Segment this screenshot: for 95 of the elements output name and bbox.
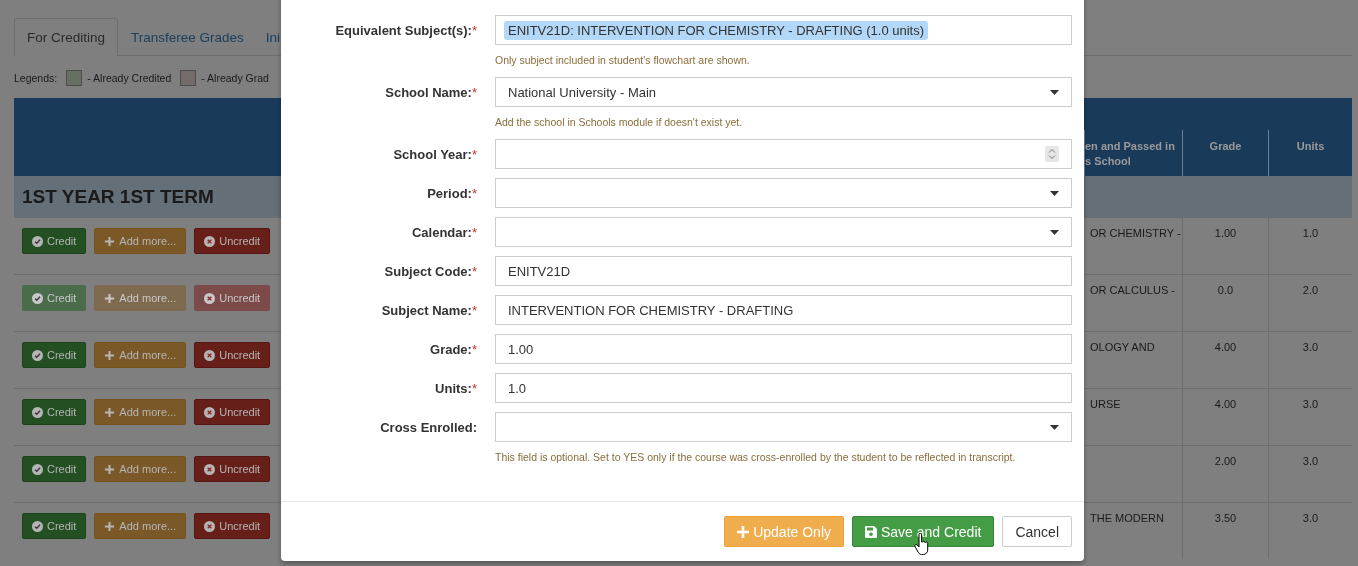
action-button[interactable]: Uncredit [194,456,271,482]
tab[interactable]: Ini [256,18,290,56]
table-cell: 4.00 [1214,398,1237,410]
plus-icon [104,520,116,532]
help-text: Add the school in Schools module if doesn't exist yet. [495,116,744,128]
check-circle-icon [32,463,43,475]
table-cell: 3.50 [1214,512,1237,524]
field-label: Grade: [430,342,472,357]
plus-icon [737,525,750,538]
action-button[interactable]: Credit [22,399,87,425]
table-cell: 3.0 [1302,455,1319,467]
table-cell: 1.0 [1302,227,1319,239]
table-cell: 3.0 [1302,512,1319,524]
number-field[interactable] [495,139,1072,169]
table-cell: 4.00 [1214,341,1237,353]
close-circle-icon [204,406,216,418]
action-button[interactable]: Credit [22,342,87,368]
action-button[interactable]: Uncredit [194,513,271,539]
table-cell: OLOGY AND [1090,341,1155,353]
legend-label: - Already Credited [87,72,172,84]
legend-title: Legends: [14,72,58,84]
field-label: Subject Code: [384,264,472,279]
required-mark: * [471,264,477,279]
help-text: Only subject included in student's flowchart are shown. [495,54,751,66]
action-button[interactable]: Credit [22,513,87,539]
close-circle-icon [204,463,216,475]
table-cell: OR CHEMISTRY - [1090,227,1181,239]
table-cell: 3.0 [1302,398,1319,410]
plus-icon [104,406,116,418]
dialog-button[interactable]: Cancel [1002,516,1072,547]
table-cell: 0.0 [1217,284,1234,296]
plus-icon [104,349,116,361]
help-text: This field is optional. Set to YES only if the course was cross-enrolled by the student to be reflected in transcript. [495,451,1017,463]
table-cell: THE MODERN [1090,512,1164,524]
plus-icon [104,292,116,304]
subject-select[interactable]: ENITV21D: INTERVENTION FOR CHEMISTRY - DRAFTING (1.0 units) [495,15,1072,45]
table-cell: URSE [1090,398,1121,410]
check-circle-icon [32,520,43,532]
field-label: Units: [435,381,472,396]
action-button[interactable]: Add more... [94,342,187,368]
action-button[interactable]: Uncredit [194,342,271,368]
caret-icon [1050,190,1059,196]
required-mark: * [471,342,477,357]
plus-icon [104,235,116,247]
caret-icon [1050,229,1059,235]
action-button[interactable]: Add more... [94,456,187,482]
input-field[interactable]: ENITV21D [495,256,1072,286]
dropdown-field[interactable] [495,178,1072,208]
table-cell: OR CALCULUS - [1090,284,1175,296]
close-circle-icon [204,292,216,304]
required-mark: * [471,225,477,240]
close-circle-icon [204,235,216,247]
table-cell: 1.00 [1214,227,1237,239]
caret-icon [1050,89,1059,95]
input-field[interactable]: 1.00 [495,334,1072,364]
action-button[interactable]: Add more... [94,228,187,254]
dropdown-field[interactable] [495,217,1072,247]
required-mark: * [471,381,477,396]
required-mark: * [471,23,477,38]
action-button[interactable]: Uncredit [194,399,271,425]
field-label: Period: [427,186,472,201]
tab[interactable]: Transferee Grades [122,18,253,56]
required-mark: * [471,303,477,318]
plus-icon [104,463,116,475]
field-label: School Year: [393,147,472,162]
check-circle-icon [32,235,43,247]
required-mark: * [471,147,477,162]
action-button[interactable]: Uncredit [194,228,271,254]
spinner-icon[interactable] [1045,146,1059,162]
tab[interactable]: For Crediting [14,18,119,56]
field-label: Cross Enrolled: [380,420,477,435]
table-cell: 2.00 [1214,455,1237,467]
legend-label: - Already Grad [201,72,269,84]
input-field[interactable]: INTERVENTION FOR CHEMISTRY - DRAFTING [495,295,1072,325]
field-label: School Name: [385,85,472,100]
required-mark: * [471,186,477,201]
table-cell: 3.0 [1302,341,1319,353]
table-cell: 2.0 [1302,284,1319,296]
close-circle-icon [204,349,216,361]
close-circle-icon [204,520,216,532]
dropdown-field[interactable]: National University - Main [495,77,1072,107]
field-label: Equivalent Subject(s): [335,23,472,38]
required-mark: * [471,85,477,100]
caret-icon [1050,424,1059,430]
action-button[interactable]: Credit [22,456,87,482]
field-label: Calendar: [411,225,472,240]
dropdown-field[interactable] [495,412,1072,442]
action-button[interactable]: Add more... [94,399,187,425]
action-button[interactable]: Add more... [94,513,187,539]
check-circle-icon [32,292,43,304]
check-circle-icon [32,406,43,418]
field-label: Subject Name: [381,303,472,318]
input-field[interactable]: 1.0 [495,373,1072,403]
action-button[interactable]: Credit [22,228,87,254]
check-circle-icon [32,349,43,361]
